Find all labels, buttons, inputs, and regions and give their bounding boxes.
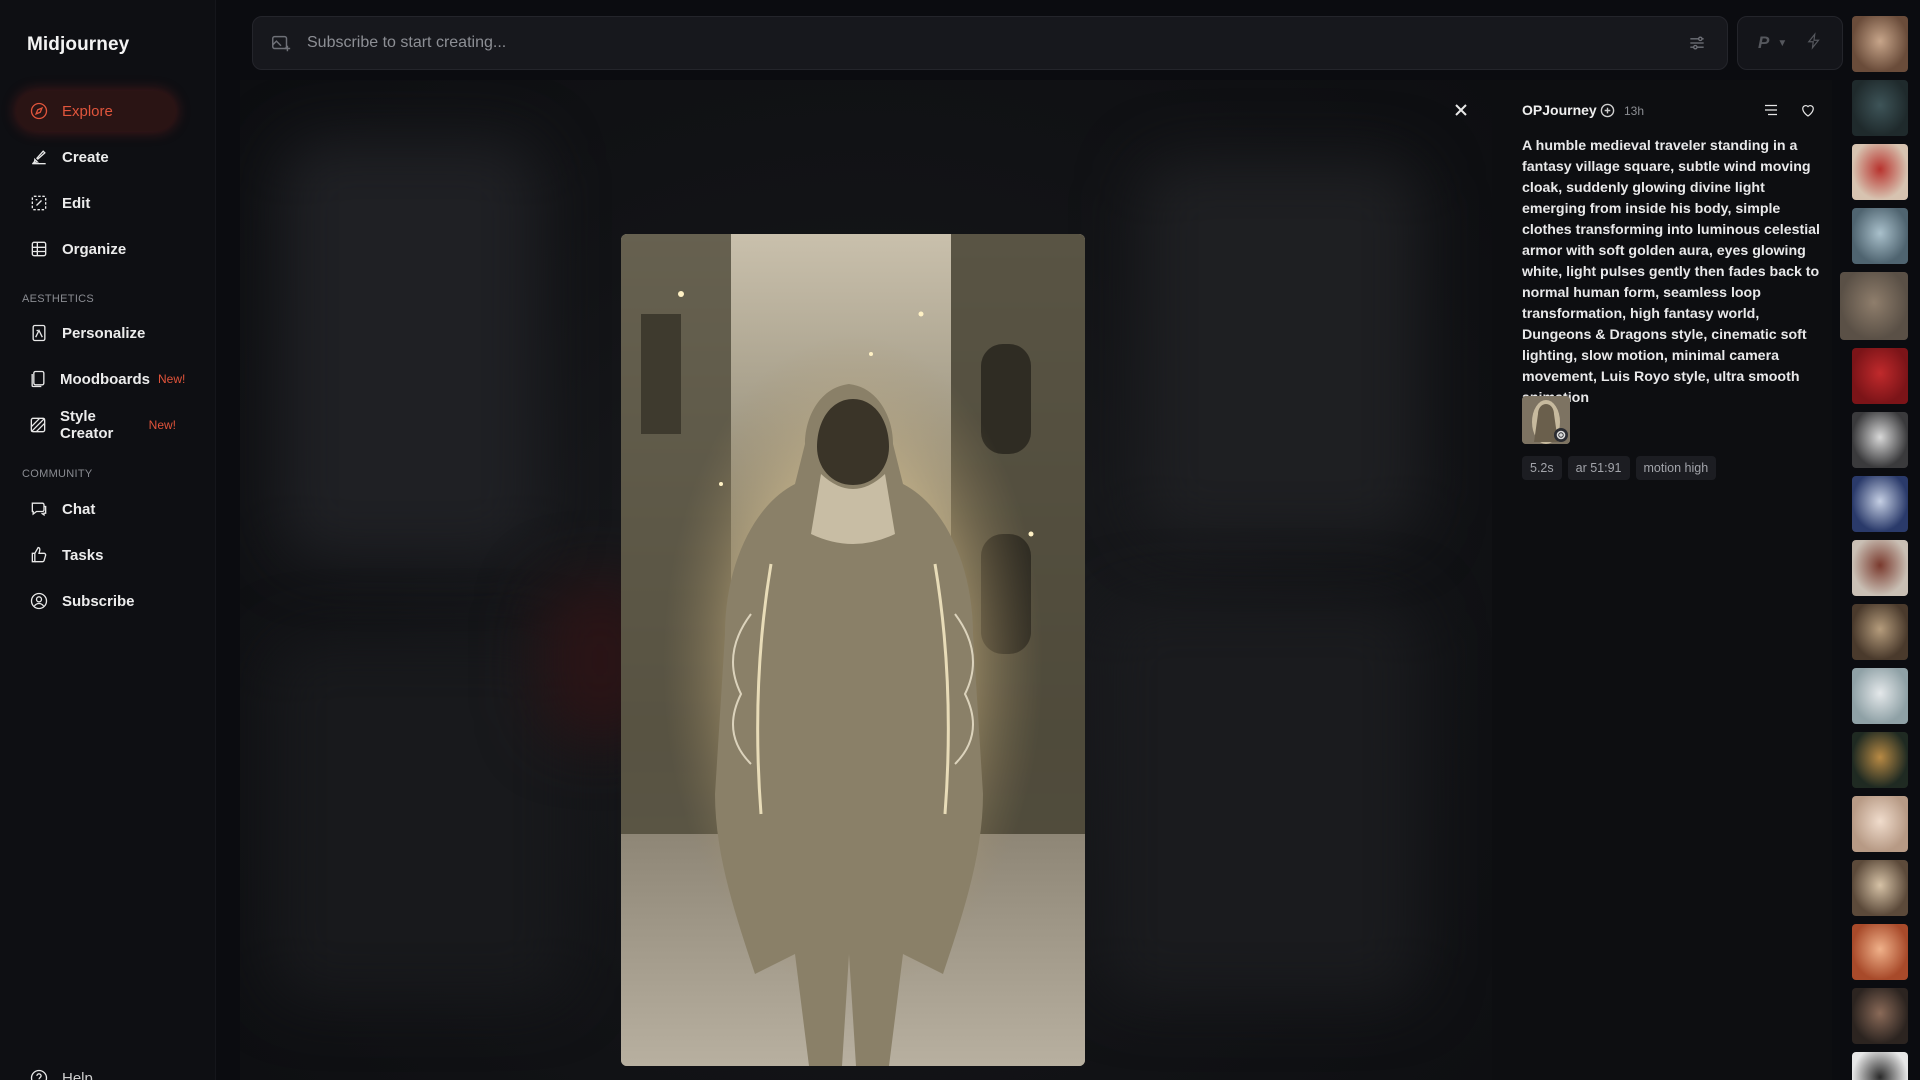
prompt-bar — [252, 16, 1728, 70]
bolt-icon[interactable] — [1805, 31, 1823, 55]
sidebar-item-label: Create — [62, 148, 109, 166]
sidebar-item-create[interactable]: Create — [16, 137, 176, 177]
parameter-chips: 5.2s ar 51:91 motion high — [1522, 456, 1717, 480]
personalize-icon — [28, 322, 50, 344]
reference-image-thumbnail[interactable] — [1522, 396, 1570, 444]
section-label-community: COMMUNITY — [22, 468, 93, 480]
thumbnail-item[interactable] — [1852, 540, 1908, 596]
sidebar-item-label: Chat — [62, 500, 96, 518]
chevron-down-icon[interactable]: ▼ — [1777, 38, 1787, 49]
sidebar-item-tasks[interactable]: Tasks — [16, 535, 176, 575]
sidebar-item-moodboards[interactable]: Moodboards New! — [16, 359, 185, 399]
thumbnail-strip — [1840, 16, 1920, 1080]
thumbs-up-icon — [28, 544, 50, 566]
post-time: 13h — [1624, 104, 1645, 118]
thumbnail-item[interactable] — [1852, 476, 1908, 532]
chip-motion[interactable]: motion high — [1635, 456, 1717, 480]
follow-icon[interactable] — [1600, 103, 1616, 119]
menu-icon[interactable] — [1762, 101, 1782, 121]
thumbnail-item[interactable] — [1852, 988, 1908, 1044]
chip-duration[interactable]: 5.2s — [1522, 456, 1562, 480]
heart-icon[interactable] — [1799, 101, 1819, 121]
sidebar-item-label: Tasks — [62, 546, 104, 564]
new-badge: New! — [148, 418, 176, 432]
grid-icon — [28, 238, 50, 260]
section-label-aesthetics: AESTHETICS — [22, 293, 95, 305]
main-image[interactable] — [621, 234, 1085, 1066]
settings-sliders-icon[interactable] — [1685, 31, 1709, 55]
close-icon[interactable] — [1449, 98, 1473, 122]
thumbnail-item[interactable] — [1852, 1052, 1908, 1080]
sidebar-item-label: Subscribe — [62, 592, 135, 610]
thumbnail-item[interactable] — [1852, 208, 1908, 264]
sidebar-item-personalize[interactable]: Personalize — [16, 313, 176, 353]
thumbnail-item[interactable] — [1852, 796, 1908, 852]
sidebar-item-label: Edit — [62, 194, 91, 212]
thumbnail-item[interactable] — [1852, 348, 1908, 404]
brush-icon — [28, 146, 50, 168]
sidebar-item-label: Personalize — [62, 324, 146, 342]
app-logo[interactable]: Midjourney — [27, 34, 129, 56]
help-icon — [28, 1067, 50, 1080]
sidebar-item-explore[interactable]: Explore — [16, 91, 176, 131]
edit-icon — [28, 192, 50, 214]
thumbnail-item[interactable] — [1852, 80, 1908, 136]
mode-toggle[interactable]: P ▼ — [1737, 16, 1843, 70]
thumbnail-item[interactable] — [1852, 668, 1908, 724]
compass-icon — [28, 100, 50, 122]
sidebar-item-label: Style Creator — [60, 408, 114, 442]
sidebar-item-subscribe[interactable]: Subscribe — [16, 581, 176, 621]
style-creator-icon — [28, 414, 48, 436]
image-add-icon[interactable] — [269, 31, 293, 55]
thumbnail-item[interactable] — [1852, 732, 1908, 788]
author-name[interactable]: OPJourney — [1522, 102, 1597, 118]
sidebar-item-chat[interactable]: Chat — [16, 489, 176, 529]
sidebar-item-label: Explore — [62, 102, 113, 120]
chip-aspect-ratio[interactable]: ar 51:91 — [1567, 456, 1630, 480]
thumbnail-item[interactable] — [1852, 412, 1908, 468]
prompt-text: A humble medieval traveler standing in a… — [1522, 138, 1820, 406]
thumbnail-item[interactable] — [1840, 272, 1908, 340]
sidebar-item-label: Moodboards — [60, 370, 150, 388]
chat-icon — [28, 498, 50, 520]
thumbnail-item[interactable] — [1852, 860, 1908, 916]
thumbnail-item[interactable] — [1852, 924, 1908, 980]
personalize-toggle[interactable]: P — [1758, 33, 1769, 53]
sidebar-item-help[interactable]: Help — [16, 1058, 176, 1080]
thumbnail-item[interactable] — [1852, 16, 1908, 72]
sidebar-item-label: Help — [62, 1069, 93, 1080]
moodboard-icon — [28, 368, 48, 390]
sidebar-item-label: Organize — [62, 240, 127, 258]
prompt-input[interactable] — [307, 34, 1685, 52]
sidebar-item-organize[interactable]: Organize — [16, 229, 176, 269]
sidebar-item-edit[interactable]: Edit — [16, 183, 176, 223]
video-icon — [1554, 428, 1568, 442]
new-badge: New! — [158, 372, 186, 386]
user-circle-icon — [28, 590, 50, 612]
thumbnail-item[interactable] — [1852, 604, 1908, 660]
sidebar: Midjourney Explore Create Edit Organize … — [0, 0, 216, 1080]
sidebar-item-style-creator[interactable]: Style Creator New! — [16, 405, 176, 445]
thumbnail-item[interactable] — [1852, 144, 1908, 200]
